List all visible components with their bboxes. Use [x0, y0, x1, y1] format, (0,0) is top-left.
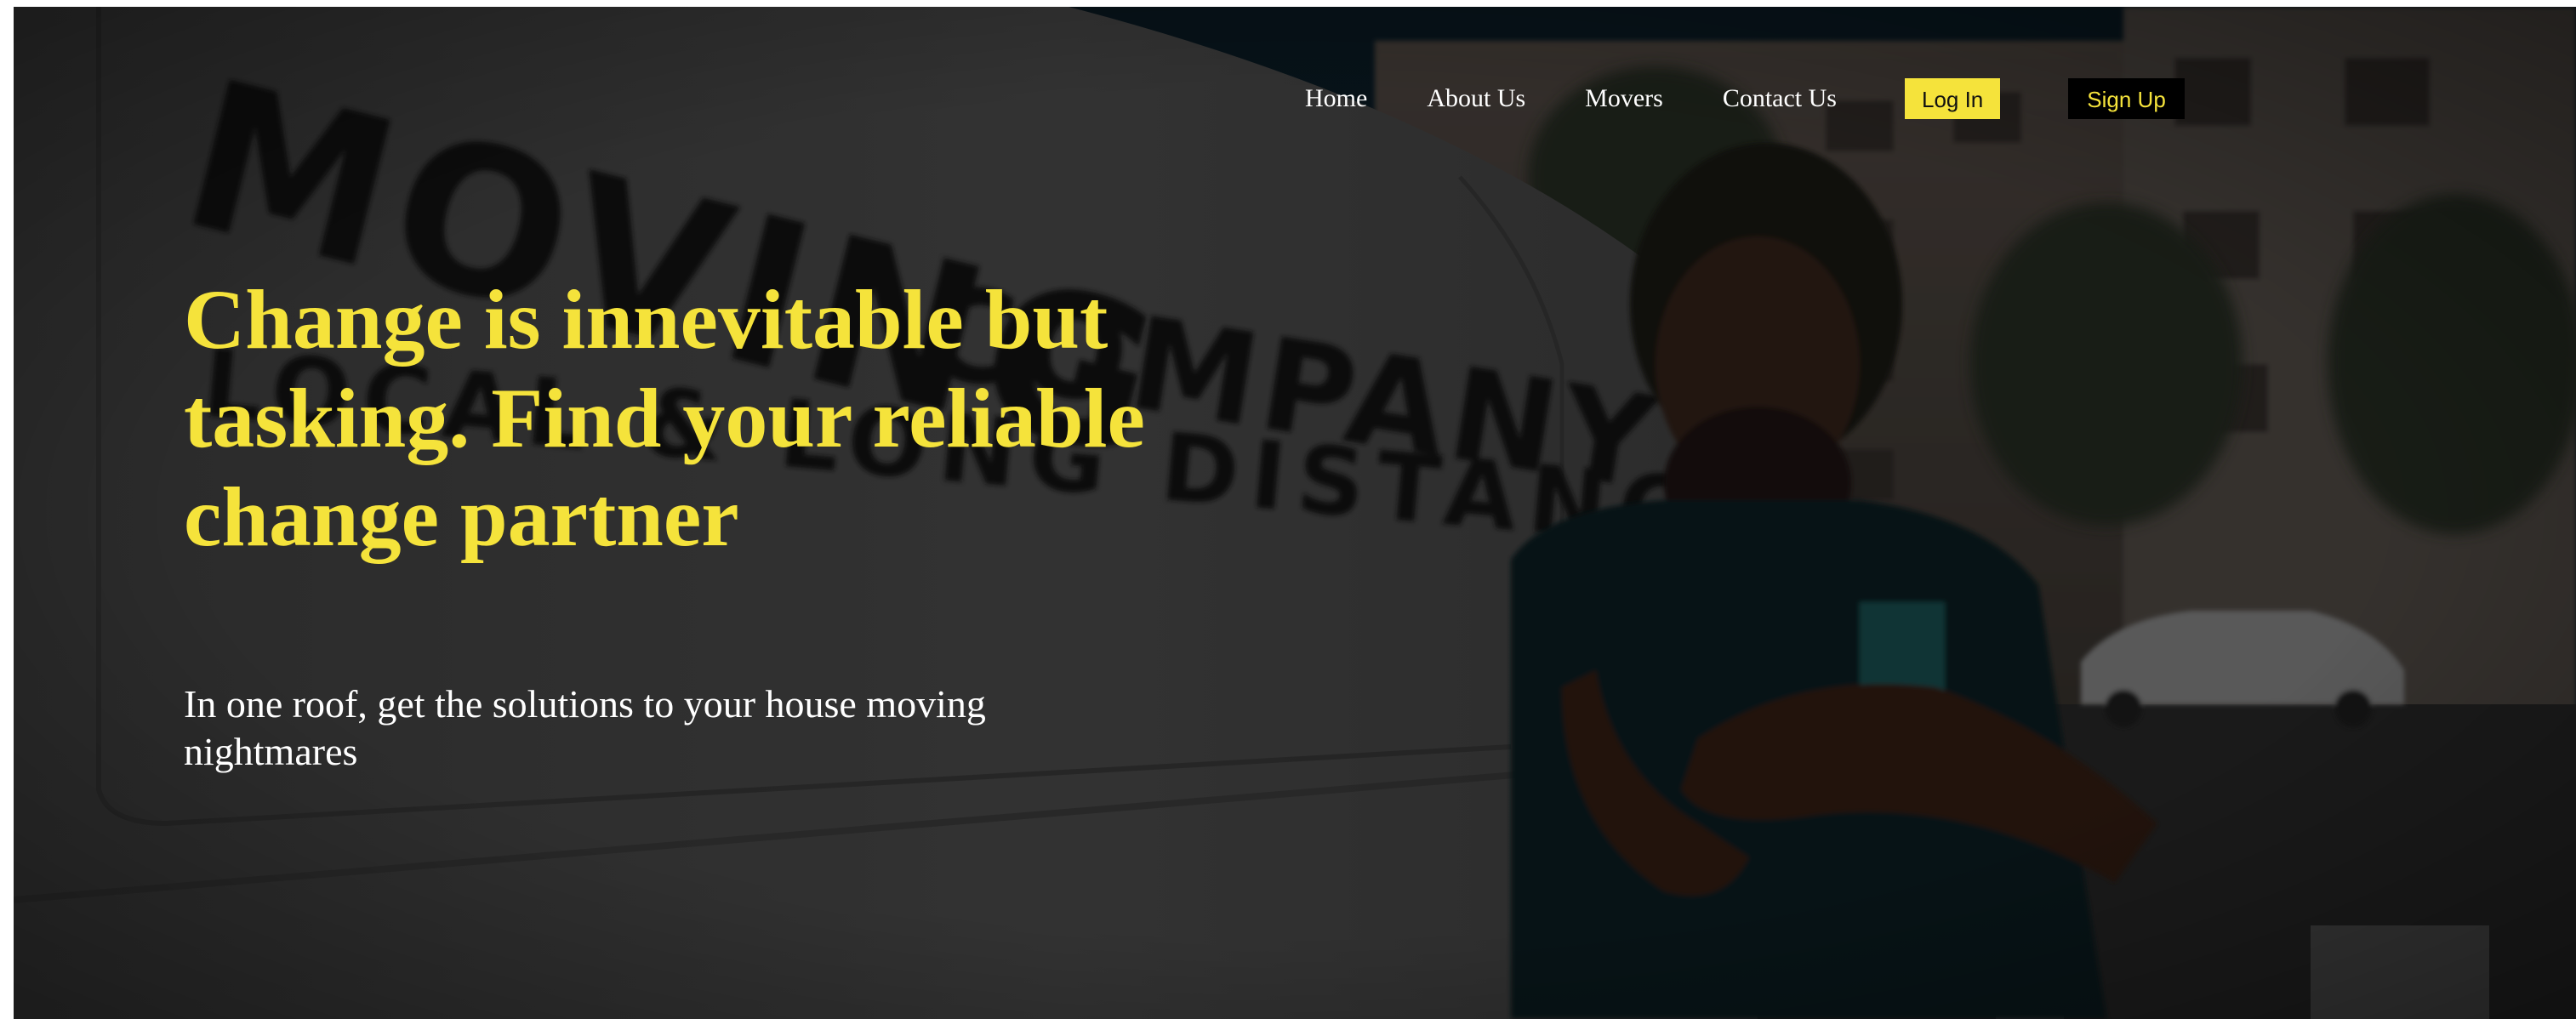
nav-link-contact-us[interactable]: Contact Us — [1723, 84, 1837, 113]
landing-page: MOVING COMPANY LOCAL & LONG DISTANCE Hom… — [0, 0, 2576, 1019]
hero-subtext: In one roof, get the solutions to your h… — [184, 682, 986, 773]
hero-headline: Change is innevitable but tasking. Find … — [184, 272, 1145, 564]
top-navigation: Home About Us Movers Contact Us Log In S… — [1305, 78, 2185, 119]
signup-button[interactable]: Sign Up — [2068, 78, 2185, 119]
nav-link-about-us[interactable]: About Us — [1427, 84, 1525, 113]
nav-link-movers[interactable]: Movers — [1585, 84, 1663, 113]
nav-link-home[interactable]: Home — [1305, 84, 1367, 113]
login-button[interactable]: Log In — [1904, 78, 2001, 119]
